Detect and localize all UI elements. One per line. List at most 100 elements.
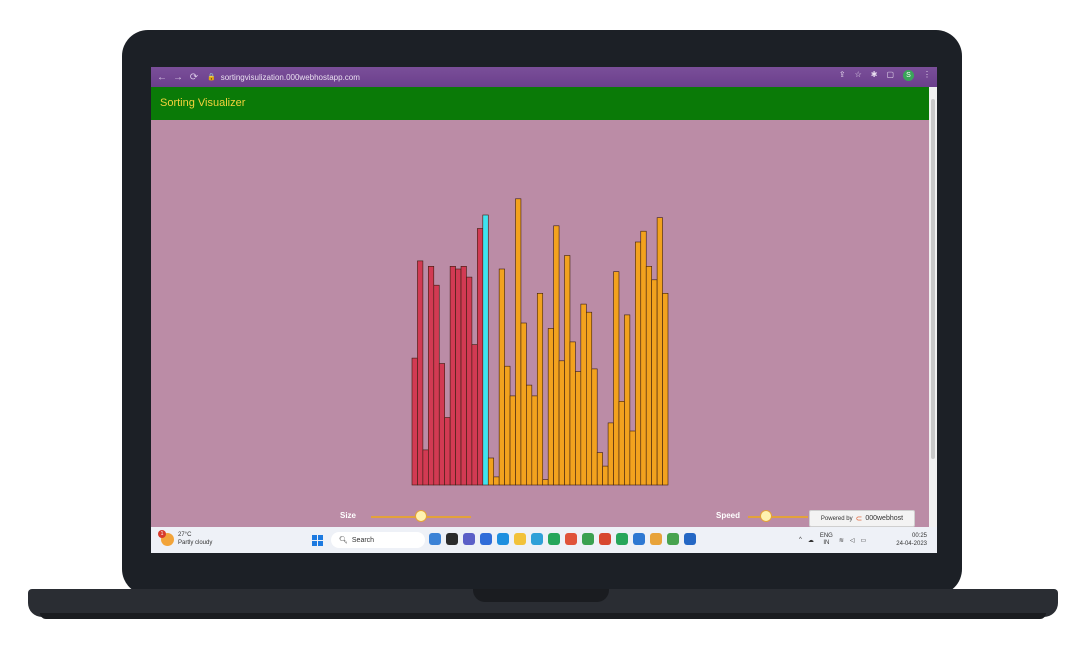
vscode-icon[interactable] [633, 533, 645, 545]
weather-desc: Partly cloudy [178, 540, 213, 546]
chrome-icon[interactable] [548, 533, 560, 545]
sort-bar [607, 422, 614, 486]
sort-bar [504, 365, 511, 486]
os-taskbar: 1 27°C Partly cloudy 🔍︎ Search ^ ☁ ENG I… [151, 527, 937, 553]
sort-bar [564, 255, 571, 486]
start-icon-tile [312, 535, 317, 540]
sort-bar [455, 268, 462, 486]
chrome-icon[interactable] [616, 533, 628, 545]
language-indicator[interactable]: ENG IN [820, 533, 833, 547]
sort-bar [509, 395, 516, 486]
sort-bar [613, 271, 620, 486]
sort-bar [569, 341, 576, 486]
sort-bar [585, 311, 593, 486]
powered-by-brand: 000webhost [865, 515, 904, 522]
lang-bottom: IN [823, 540, 830, 546]
speed-slider-track[interactable] [748, 516, 808, 518]
sort-bar [422, 449, 429, 486]
weather-temp: 27°C [178, 532, 192, 538]
start-button[interactable] [312, 535, 323, 546]
sort-bar [651, 279, 658, 486]
battery-icon[interactable]: ▭ [861, 537, 867, 544]
weather-badge: 1 [158, 529, 166, 538]
sort-bar [542, 479, 549, 486]
laptop-notch [473, 589, 609, 602]
task-view-icon[interactable] [446, 533, 458, 545]
sort-bar [482, 214, 489, 486]
start-icon-tile [312, 541, 317, 546]
sort-bar [487, 457, 495, 486]
sort-bar [596, 452, 603, 486]
sort-bar [553, 225, 560, 486]
size-label: Size [340, 511, 357, 520]
taskbar-apps [429, 533, 696, 545]
sort-bar [558, 360, 565, 486]
chevron-up-icon[interactable]: ^ [799, 537, 802, 543]
weather-widget[interactable]: 1 27°C Partly cloudy [158, 529, 213, 547]
speed-slider-thumb[interactable] [760, 510, 772, 522]
onedrive-icon[interactable]: ☁ [808, 537, 814, 544]
sort-bar [493, 476, 500, 486]
size-slider-thumb[interactable] [415, 510, 427, 522]
app-icon[interactable] [480, 533, 492, 545]
sort-bar [575, 371, 582, 486]
clock-date: 24-04-2023 [896, 541, 927, 547]
sort-bar [624, 314, 631, 486]
chrome-icon[interactable] [582, 533, 594, 545]
file-explorer-icon[interactable] [514, 533, 526, 545]
sort-bar [591, 368, 598, 486]
speed-label: Speed [716, 511, 741, 520]
scrollbar-thumb[interactable] [931, 99, 935, 459]
sort-bar [618, 400, 625, 486]
sort-bar [662, 293, 669, 486]
edge-icon[interactable] [531, 533, 543, 545]
sort-bar [531, 395, 538, 486]
lang-top: ENG [819, 533, 833, 539]
wifi-icon[interactable]: ≋ [839, 537, 844, 544]
start-icon-tile [318, 535, 323, 540]
bars-chart [411, 198, 669, 486]
app-icon[interactable] [667, 533, 679, 545]
sort-bar [645, 266, 652, 486]
clock-time: 00:25 [911, 533, 927, 539]
word-icon[interactable] [684, 533, 696, 545]
sort-bar [411, 357, 418, 486]
bing-icon[interactable] [429, 533, 441, 545]
sort-bar [449, 266, 456, 486]
chrome-icon[interactable] [650, 533, 662, 545]
sort-bar [547, 328, 554, 486]
sort-bar [536, 293, 544, 486]
search-label: Search [351, 536, 375, 544]
sort-bar [498, 268, 505, 486]
sort-bar [460, 266, 467, 486]
sort-bar [602, 465, 609, 486]
sort-bar [471, 344, 478, 486]
taskbar-search[interactable]: 🔍︎ Search [331, 532, 425, 548]
powered-by-text: Powered by [820, 515, 853, 522]
start-icon-tile [318, 541, 323, 546]
search-icon: 🔍︎ [339, 537, 348, 544]
chrome-icon[interactable] [565, 533, 577, 545]
sort-bar [433, 284, 440, 486]
webhost-logo-icon: ⊂ [855, 514, 863, 523]
clock[interactable]: 00:25 24-04-2023 [896, 532, 927, 548]
system-tray: ^ ☁ ENG IN ≋ ◁ ▭ [799, 533, 866, 547]
powered-by-badge[interactable]: Powered by ⊂ 000webhost [809, 510, 915, 527]
sort-bar [444, 417, 451, 486]
sort-bar [629, 430, 636, 486]
laptop-screen: ← → ⟳ 🔒 sortingvisulization.000webhostap… [151, 67, 937, 553]
sort-bar [515, 198, 522, 486]
volume-icon[interactable]: ◁ [850, 537, 855, 544]
sort-bar [428, 266, 435, 486]
office-icon[interactable] [599, 533, 611, 545]
sort-bar [520, 322, 527, 486]
sort-bar [417, 260, 424, 486]
sort-bar [526, 384, 533, 486]
sort-bar [580, 303, 587, 486]
page-scrollbar[interactable] [929, 87, 937, 527]
laptop-base-edge [40, 613, 1046, 619]
app-icon[interactable] [497, 533, 509, 545]
chat-icon[interactable] [463, 533, 475, 545]
sort-bar [640, 230, 647, 486]
sort-bar [635, 241, 642, 486]
